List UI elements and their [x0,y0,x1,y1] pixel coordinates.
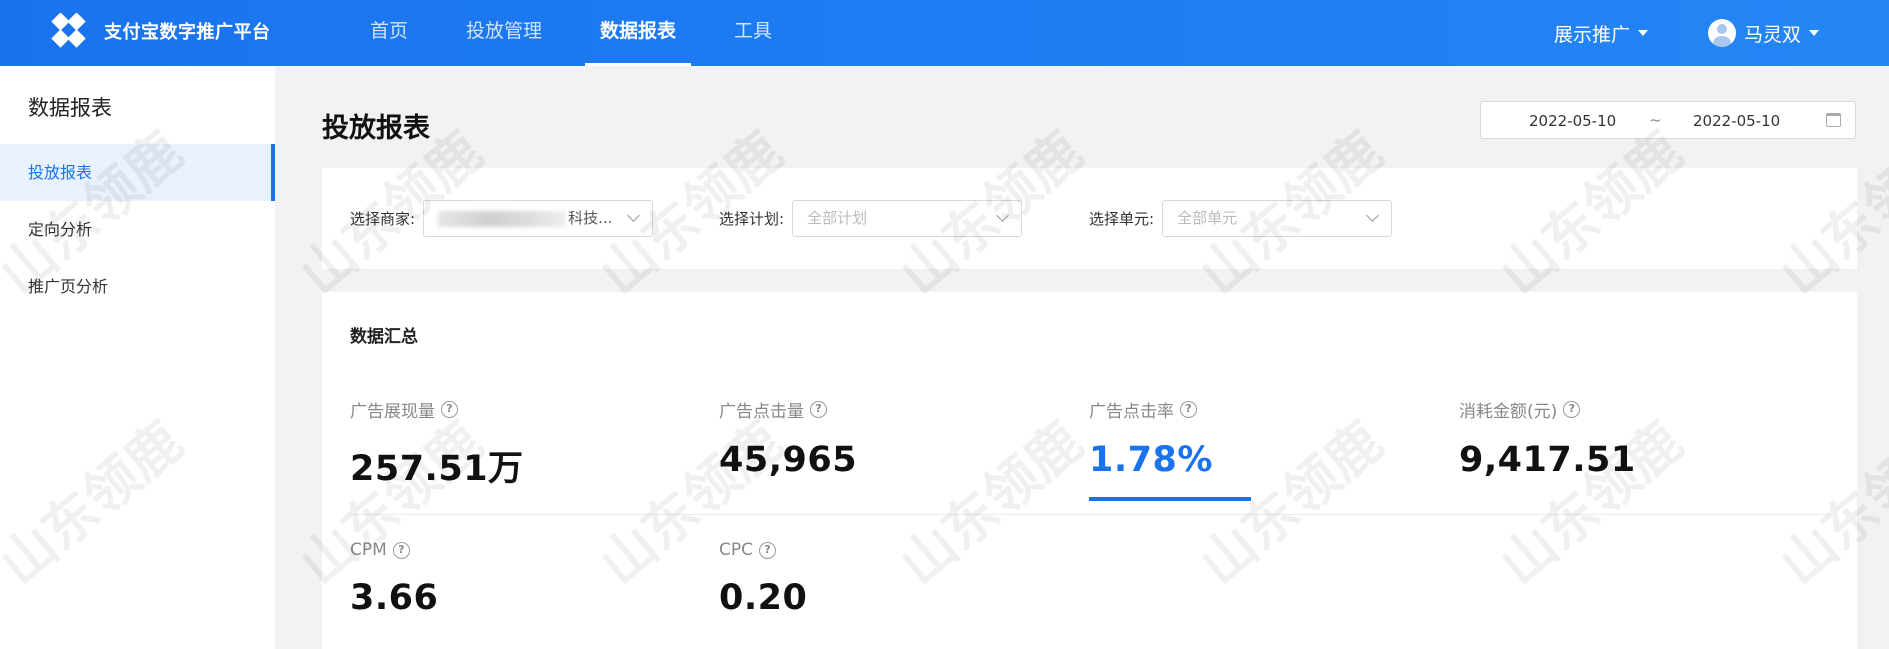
date-range-picker[interactable]: 2022-05-10 ~ 2022-05-10 [1480,101,1856,139]
merchant-filter: 选择商家: 科技... [350,200,654,237]
filter-panel: 选择商家: 科技... 选择计划: 全部计划 选择单元: 全部单元 [322,168,1857,269]
sidebar-item-targeting-analysis[interactable]: 定向分析 [0,201,275,258]
metric-label: CPC? [719,540,807,560]
summary-title: 数据汇总 [350,327,418,347]
caret-down-icon [1637,30,1648,36]
page-title: 投放报表 [322,113,430,144]
merchant-select-value: 科技... [568,209,613,227]
sidebar: 数据报表 投放报表 定向分析 推广页分析 [0,66,275,649]
data-summary-panel: 数据汇总 广告展现量? 257.51万 广告点击量? 45,965 广告点击率?… [322,292,1857,649]
metric-ctr[interactable]: 广告点击率? 1.78% [1089,397,1251,501]
date-separator: ~ [1649,111,1662,129]
redacted-merchant-name [438,210,567,227]
main-nav: 首页 投放管理 数据报表 工具 [355,0,815,66]
plan-select[interactable]: 全部计划 [792,200,1023,237]
top-nav-bar: 支付宝数字推广平台 首页 投放管理 数据报表 工具 展示推广 马灵双 [0,0,1889,66]
metric-label-text: 消耗金额(元) [1459,402,1558,422]
date-start[interactable]: 2022-05-10 [1529,112,1616,130]
metric-label-text: CPM [350,540,387,560]
metric-label: CPM? [350,540,438,560]
calendar-icon[interactable] [1826,113,1841,127]
question-mark-icon[interactable]: ? [1180,401,1197,418]
question-mark-icon[interactable]: ? [759,541,776,559]
brand-name: 支付宝数字推广平台 [104,22,271,43]
brand-logo[interactable]: 支付宝数字推广平台 [44,12,271,49]
unit-filter-label: 选择单元: [1089,210,1155,228]
divider [350,514,1830,515]
metric-label: 广告点击率? [1089,397,1213,422]
alipay-logo-icon [44,12,96,49]
nav-data-reports[interactable]: 数据报表 [585,0,692,66]
unit-select-placeholder: 全部单元 [1177,209,1238,227]
metric-label: 消耗金额(元)? [1459,397,1636,422]
promo-type-label: 展示推广 [1553,23,1630,46]
metric-label-text: 广告展现量 [350,402,435,422]
metric-label-text: CPC [719,540,753,560]
promo-type-dropdown[interactable]: 展示推广 [1554,20,1648,47]
question-mark-icon[interactable]: ? [392,541,410,559]
metric-label: 广告点击量? [719,397,857,422]
metric-cpm[interactable]: CPM? 3.66 [350,540,438,618]
plan-filter: 选择计划: 全部计划 [719,200,1023,237]
selected-metric-indicator [1089,497,1251,501]
metric-cpc[interactable]: CPC? 0.20 [719,540,807,618]
metric-spend[interactable]: 消耗金额(元)? 9,417.51 [1459,397,1636,480]
merchant-filter-label: 选择商家: [350,210,416,228]
plan-select-placeholder: 全部计划 [807,209,868,227]
metric-value: 3.66 [350,578,439,618]
metric-value: 45,965 [719,440,858,480]
user-name: 马灵双 [1743,23,1801,46]
metric-value: 9,417.51 [1459,440,1636,480]
metric-impressions[interactable]: 广告展现量? 257.51万 [350,397,524,491]
top-right-actions: 展示推广 马灵双 [1554,0,1819,66]
question-mark-icon[interactable]: ? [1563,401,1581,418]
unit-filter: 选择单元: 全部单元 [1089,200,1393,237]
avatar [1707,19,1736,47]
date-end[interactable]: 2022-05-10 [1693,112,1780,130]
question-mark-icon[interactable]: ? [441,401,458,418]
metric-label: 广告展现量? [350,397,524,422]
sidebar-item-landing-page-analysis[interactable]: 推广页分析 [0,258,275,315]
metric-value: 257.51万 [350,449,524,489]
unit-select[interactable]: 全部单元 [1162,200,1393,237]
user-menu[interactable]: 马灵双 [1707,19,1819,47]
metric-value: 1.78% [1089,440,1213,480]
nav-home[interactable]: 首页 [355,0,423,66]
metric-value: 0.20 [719,578,808,618]
chevron-down-icon [627,209,640,222]
plan-filter-label: 选择计划: [719,210,785,228]
merchant-select[interactable]: 科技... [423,200,654,237]
metric-clicks[interactable]: 广告点击量? 45,965 [719,397,857,480]
sidebar-item-delivery-report[interactable]: 投放报表 [0,144,275,201]
question-mark-icon[interactable]: ? [810,401,827,418]
nav-tools[interactable]: 工具 [719,0,787,66]
metric-label-text: 广告点击量 [719,402,804,422]
metric-label-text: 广告点击率 [1089,402,1174,422]
chevron-down-icon [1366,209,1379,222]
nav-campaign-management[interactable]: 投放管理 [451,0,557,66]
chevron-down-icon [996,209,1009,222]
sidebar-title: 数据报表 [28,96,112,120]
caret-down-icon [1809,30,1819,36]
